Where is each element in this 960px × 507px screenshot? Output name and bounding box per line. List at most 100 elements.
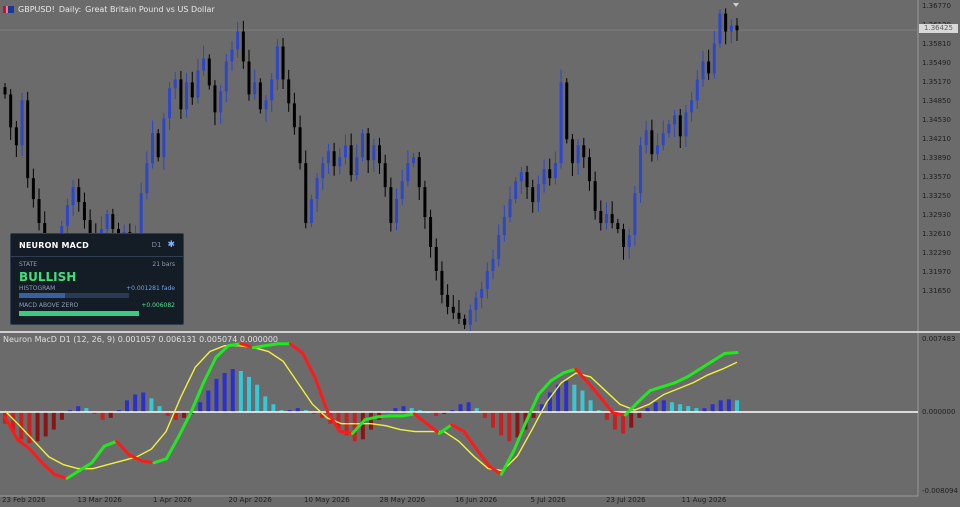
histogram-bar: [255, 384, 260, 413]
chart-title: GBPUSD! Daily: Great Britain Pound vs US…: [3, 3, 215, 15]
date-tick-label: 23 Jul 2026: [606, 496, 646, 504]
bars-count: 21 bars: [152, 261, 175, 268]
histogram-bar: [157, 406, 162, 413]
macd-line-falling: [115, 439, 131, 457]
histogram-value: +0.001281 fade: [126, 285, 175, 292]
price-tick-label: 1.34210: [922, 135, 951, 143]
bull-candle: [684, 112, 688, 137]
bear-candle: [26, 100, 30, 179]
bull-candle: [542, 169, 546, 185]
above-zero-value: +0.006082: [141, 302, 175, 309]
price-tick-label: 1.35170: [922, 78, 951, 86]
histogram-bar: [59, 412, 64, 420]
bull-candle: [406, 163, 410, 182]
bull-candle: [202, 58, 206, 71]
high-marker-icon: [733, 3, 739, 7]
histogram-bar: [271, 404, 276, 413]
bear-candle: [735, 25, 739, 31]
histogram-bar: [735, 400, 739, 413]
bear-candle: [111, 214, 115, 230]
histogram-bar: [604, 412, 609, 420]
histogram-bar: [100, 412, 105, 420]
macd-line-rising: [698, 359, 714, 371]
histogram-label: HISTOGRAM: [19, 285, 56, 292]
histogram-row: HISTOGRAM +0.001281 fade: [19, 285, 175, 292]
histogram-bar: [181, 412, 186, 418]
bull-candle: [145, 163, 149, 194]
bull-candle: [139, 193, 143, 236]
bear-candle: [707, 61, 711, 74]
above-zero-bar-fill: [19, 311, 139, 316]
bull-candle: [343, 145, 347, 158]
macd-line-rising: [549, 371, 565, 383]
macd-line-rising: [536, 379, 553, 396]
macd-line-rising: [164, 434, 181, 461]
bear-candle: [383, 163, 387, 188]
price-tick-label: 1.34850: [922, 97, 951, 105]
bear-candle: [650, 130, 654, 155]
histogram-bar: [125, 400, 129, 413]
macd-chart[interactable]: [0, 333, 960, 507]
histogram-bar: [43, 412, 48, 437]
macd-line-rising: [648, 385, 665, 393]
bear-candle: [14, 127, 18, 146]
histogram-bar: [51, 412, 56, 430]
bear-candle: [678, 115, 682, 137]
price-tick-label: 1.31650: [922, 287, 951, 295]
bull-candle: [667, 124, 671, 134]
histogram-bar: [35, 412, 40, 442]
histogram-bar: [515, 412, 520, 438]
bear-candle: [37, 199, 41, 224]
bull-candle: [355, 157, 359, 176]
price-tick-label: 1.32290: [922, 249, 951, 257]
bull-candle: [633, 193, 637, 236]
bull-candle: [639, 145, 643, 194]
bear-candle: [378, 145, 382, 164]
bear-candle: [616, 223, 620, 230]
bear-candle: [190, 82, 194, 98]
price-tick-label: 1.33570: [922, 173, 951, 181]
price-tick-label: 1.35810: [922, 40, 951, 48]
histogram-bar: [133, 394, 138, 413]
macd-line-rising: [202, 355, 218, 385]
bear-candle: [587, 157, 591, 182]
histogram-bar: [718, 400, 723, 413]
price-tick-label: 1.32930: [922, 211, 951, 219]
bear-candle: [417, 157, 421, 188]
bull-candle: [270, 79, 274, 101]
bull-candle: [718, 13, 722, 44]
bull-candle: [536, 184, 540, 203]
bull-candle: [508, 199, 512, 218]
bull-candle: [712, 43, 716, 74]
bull-candle: [372, 145, 376, 161]
bear-candle: [610, 214, 614, 224]
neuron-macd-panel: NEURON MACD D1 ✱ STATE 21 bars BULLISH H…: [10, 233, 184, 325]
histogram-bar: [19, 293, 129, 298]
bear-candle: [446, 294, 450, 307]
bull-candle: [185, 82, 189, 110]
bear-candle: [429, 217, 433, 247]
settings-gear-icon[interactable]: ✱: [167, 240, 175, 250]
bull-candle: [196, 70, 200, 98]
price-tick-label: 1.33250: [922, 192, 951, 200]
histogram-bar: [230, 369, 235, 413]
date-tick-label: 10 May 2026: [304, 496, 350, 504]
histogram-bar: [686, 406, 691, 413]
bear-candle: [582, 145, 586, 158]
bull-candle: [20, 100, 24, 146]
macd-line-rising: [363, 415, 379, 422]
bull-candle: [690, 100, 694, 113]
histogram-bar: [499, 412, 504, 436]
bear-candle: [599, 211, 603, 224]
bear-candle: [287, 79, 291, 104]
bull-candle: [105, 214, 109, 230]
symbol-label: GBPUSD!: [18, 4, 55, 14]
histogram-bar: [222, 372, 227, 413]
state-label: STATE: [19, 261, 38, 268]
bull-candle: [480, 288, 484, 298]
bear-candle: [9, 94, 13, 128]
bear-candle: [531, 187, 535, 203]
macd-line-rising: [152, 457, 168, 465]
state-value: BULLISH: [19, 270, 77, 284]
histogram-bar: [149, 398, 154, 413]
